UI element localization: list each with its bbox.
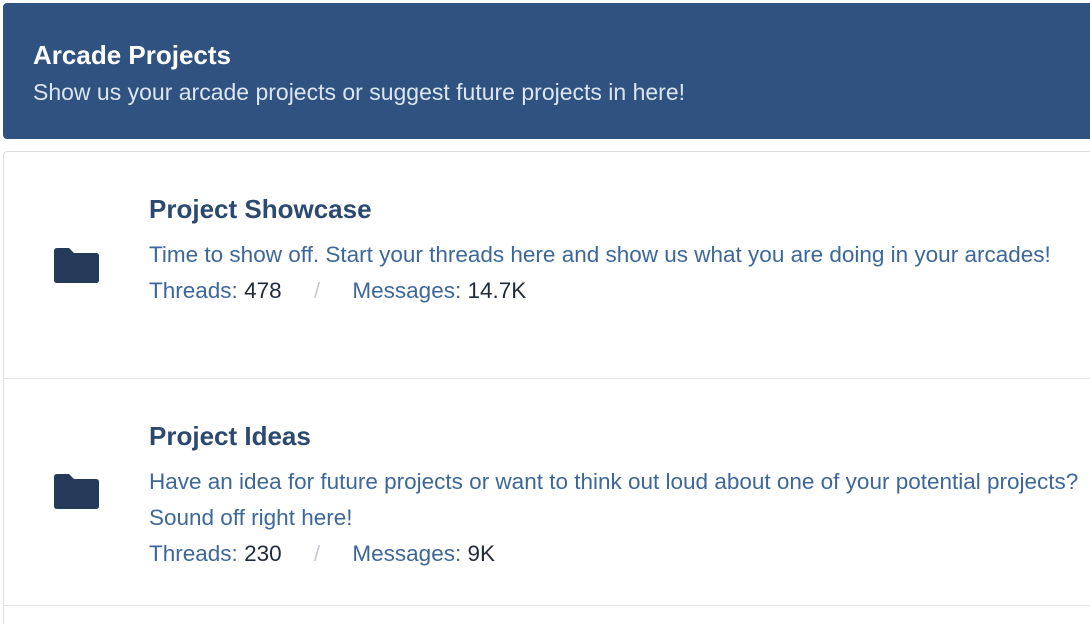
forum-title-link[interactable]: Project Ideas — [149, 421, 1084, 451]
forum-stats: Threads: 230 / Messages: 9K — [149, 536, 1084, 572]
category-header: Arcade Projects Show us your arcade proj… — [3, 3, 1090, 139]
category-title[interactable]: Arcade Projects — [33, 40, 1090, 70]
stats-separator: / — [313, 278, 321, 303]
threads-count: 230 — [244, 541, 282, 566]
category-description: Show us your arcade projects or suggest … — [33, 79, 686, 105]
messages-count: 14.7K — [467, 278, 527, 303]
threads-label: Threads: — [149, 278, 238, 303]
forum-node-body: Project Showcase Time to show off. Start… — [149, 194, 1084, 309]
forum-list: Project Showcase Time to show off. Start… — [3, 151, 1090, 624]
threads-label: Threads: — [149, 541, 238, 566]
forum-node-project-showcase: Project Showcase Time to show off. Start… — [4, 152, 1090, 379]
messages-count: 9K — [467, 541, 496, 566]
folder-icon — [54, 248, 99, 283]
forum-title-link[interactable]: Project Showcase — [149, 194, 1084, 224]
messages-label: Messages: — [352, 541, 462, 566]
folder-icon — [54, 474, 99, 509]
forum-node-body: Project Ideas Have an idea for future pr… — [149, 421, 1084, 572]
threads-count: 478 — [244, 278, 282, 303]
forum-stats: Threads: 478 / Messages: 14.7K — [149, 273, 1084, 309]
forum-page: Arcade Projects Show us your arcade proj… — [0, 0, 1090, 624]
forum-description: Have an idea for future projects or want… — [149, 469, 1079, 530]
forum-node-project-ideas: Project Ideas Have an idea for future pr… — [4, 379, 1090, 606]
stats-separator: / — [313, 541, 321, 566]
forum-description: Time to show off. Start your threads her… — [149, 242, 1051, 267]
messages-label: Messages: — [352, 278, 462, 303]
